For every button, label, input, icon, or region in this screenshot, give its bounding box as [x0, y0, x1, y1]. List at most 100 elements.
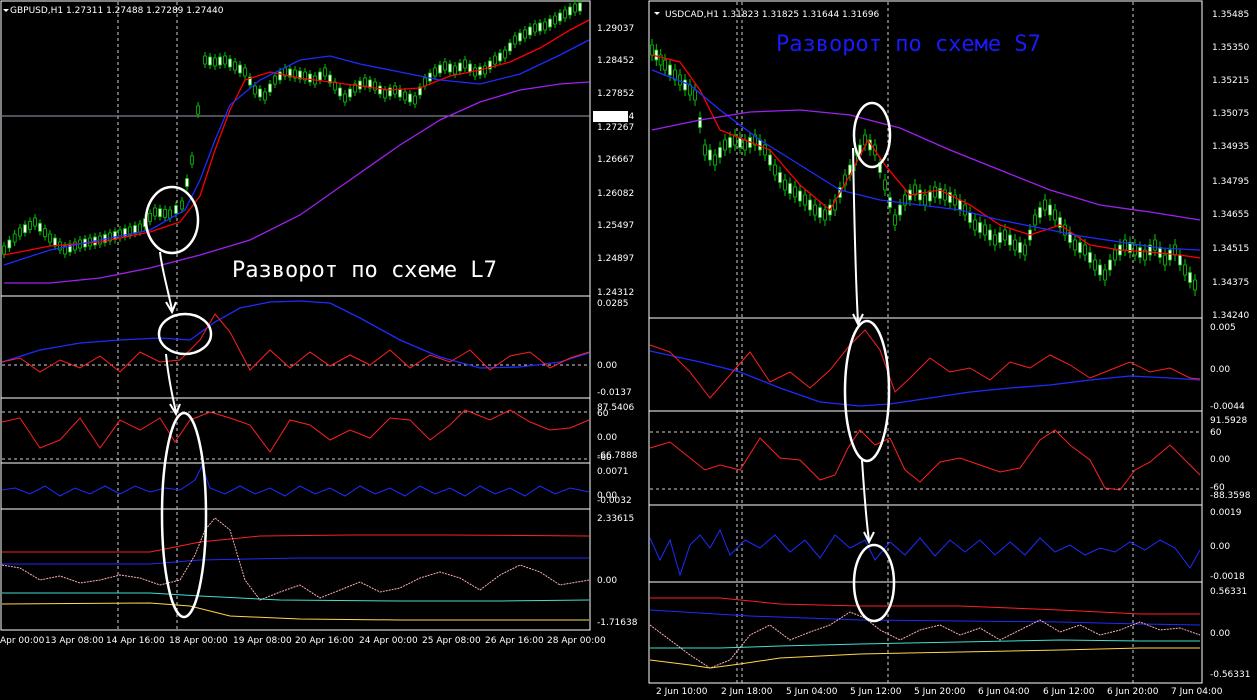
candle-body — [1103, 269, 1107, 281]
candle-body — [483, 65, 487, 75]
candle-body — [503, 49, 507, 59]
left-time-label: 14 Apr 16:00 — [106, 636, 165, 646]
panel-scale-label: 0.0071 — [597, 467, 629, 477]
candle-body — [473, 67, 477, 77]
right-price-label: 1.34795 — [1212, 177, 1249, 187]
right-time-label: 5 Jun 20:00 — [914, 687, 966, 697]
candle-body — [793, 186, 797, 198]
panel-scale-label: 91.5928 — [1210, 416, 1247, 426]
candle-body — [654, 49, 659, 61]
candle-body — [978, 222, 982, 233]
candle-body — [728, 137, 732, 148]
candle-body — [1153, 239, 1157, 251]
candle-body — [808, 199, 812, 211]
left-price-label: 1.24312 — [597, 288, 634, 298]
left-price-label: 1.27267 — [597, 123, 634, 133]
candle-body — [2, 245, 6, 255]
candle-body — [196, 105, 200, 115]
right-time-label: 2 Jun 18:00 — [721, 687, 773, 697]
candle-body — [548, 18, 552, 28]
candle-body — [818, 207, 822, 218]
panel-scale-label: 0.00 — [597, 433, 617, 443]
right-time-axis: 2 Jun 10:00 2 Jun 18:00 5 Jun 04:00 5 Jun 1… — [656, 687, 1223, 697]
left-time-label: 25 Apr 08:00 — [422, 636, 481, 646]
candle-body — [213, 57, 217, 67]
candle-body — [163, 208, 167, 218]
candle-body — [958, 199, 962, 211]
candle-body — [338, 87, 342, 97]
candle-body — [174, 205, 178, 214]
candle-body — [308, 73, 312, 83]
candle-body — [388, 87, 392, 97]
panel-scale-label: 2.33615 — [597, 514, 634, 524]
candle-body — [983, 224, 987, 236]
candle-body — [413, 95, 417, 105]
candle-body — [273, 75, 277, 85]
left-time-label: 20 Apr 16:00 — [295, 636, 354, 646]
candle-body — [743, 139, 747, 151]
candle-body — [708, 149, 712, 161]
candle-body — [28, 220, 32, 230]
candle-body — [1013, 239, 1017, 251]
candle-body — [798, 190, 802, 202]
candle-body — [553, 15, 557, 25]
panel-scale-label: -66.7888 — [597, 451, 638, 461]
right-time-label: 6 Jun 20:00 — [1107, 687, 1159, 697]
right-time-label: 5 Jun 12:00 — [850, 687, 902, 697]
candle-body — [723, 139, 727, 151]
candle-body — [498, 52, 502, 62]
candle-body — [973, 219, 977, 231]
left-price-label: 1.27464 — [597, 112, 634, 122]
candle-body — [398, 88, 402, 98]
candle-body — [663, 59, 667, 71]
candle-body — [38, 222, 42, 232]
right-header: USDCAD,H1 1.31823 1.31825 1.31644 1.3169… — [665, 10, 880, 20]
candle-body — [18, 227, 22, 237]
candle-body — [528, 26, 532, 36]
candle-body — [1098, 264, 1102, 276]
candle-body — [208, 56, 212, 66]
candle-body — [578, 2, 582, 12]
candle-body — [573, 3, 577, 13]
candle-body — [763, 144, 767, 156]
candle-body — [218, 56, 222, 66]
candle-body — [263, 91, 267, 101]
candle-body — [468, 63, 472, 73]
candle-body — [1168, 249, 1172, 261]
right-price-label: 1.34375 — [1212, 278, 1249, 288]
candle-body — [423, 77, 427, 87]
candle-body — [453, 65, 457, 75]
candle-body — [1133, 244, 1137, 256]
right-price-label: 1.35485 — [1212, 10, 1249, 20]
left-time-label: Apr 00:00 — [0, 636, 45, 646]
left-annotation-text: Разворот по схеме L7 — [232, 258, 497, 283]
candle-body — [1183, 264, 1187, 276]
panel-scale-label: 0.00 — [597, 576, 617, 586]
candle-body — [803, 194, 807, 206]
candle-body — [43, 228, 47, 238]
candle-body — [1123, 239, 1127, 251]
candle-body — [563, 9, 567, 19]
panel-scale-label: -1.71638 — [597, 618, 638, 628]
candle-body — [1008, 234, 1012, 246]
right-price-label: 1.35075 — [1212, 109, 1249, 119]
left-time-label: 19 Apr 08:00 — [233, 636, 292, 646]
candle-body — [693, 89, 697, 101]
candle-body — [773, 164, 777, 176]
left-price-label: 1.26082 — [597, 189, 634, 199]
right-annotation-text: Разворот по схеме S7 — [776, 32, 1041, 57]
candle-body — [1083, 244, 1087, 256]
candle-body — [1073, 239, 1077, 251]
candle-body — [683, 79, 687, 91]
candle-body — [318, 71, 322, 81]
candle-body — [523, 29, 527, 39]
candle-body — [243, 67, 247, 77]
candle-body — [1193, 279, 1197, 291]
left-time-label: 26 Apr 16:00 — [485, 636, 544, 646]
right-price-label: 1.34935 — [1212, 142, 1249, 152]
candle-body — [408, 93, 412, 103]
panel-scale-label: -88.3598 — [1210, 491, 1251, 501]
candle-body — [23, 224, 27, 234]
candle-body — [698, 117, 702, 128]
left-time-label: 28 Apr 00:00 — [547, 636, 606, 646]
